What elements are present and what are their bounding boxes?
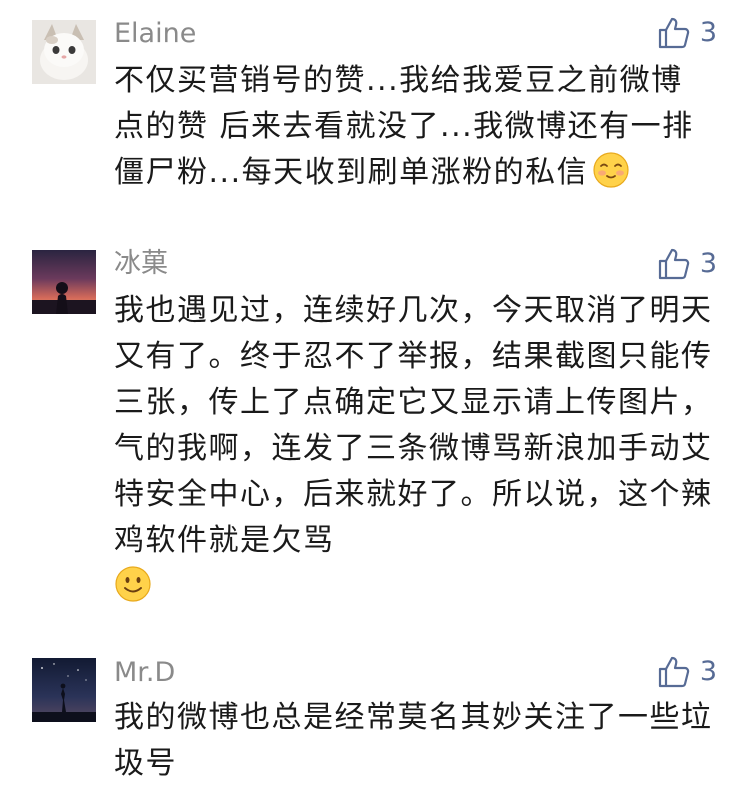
avatar[interactable] bbox=[32, 20, 96, 84]
comment-text-content: 我也遇见过，连续好几次，今天取消了明天又有了。终于忍不了举报，结果截图只能传三张… bbox=[114, 293, 713, 558]
like-button[interactable]: 3 bbox=[656, 652, 717, 692]
sunset-silhouette-avatar-icon bbox=[32, 250, 96, 314]
thumbs-up-icon bbox=[658, 248, 690, 280]
kitten-avatar-icon bbox=[32, 20, 96, 84]
smile-emoji-icon bbox=[114, 565, 152, 603]
avatar[interactable] bbox=[32, 250, 96, 314]
username[interactable]: Mr.D bbox=[114, 656, 175, 690]
comment-item: Mr.D 3 我的微博也总是经常莫名其妙关注了一些垃圾号 bbox=[0, 636, 750, 811]
like-count: 3 bbox=[699, 17, 717, 48]
like-button[interactable]: 3 bbox=[656, 244, 717, 284]
like-count: 3 bbox=[699, 248, 717, 279]
like-button[interactable]: 3 bbox=[656, 13, 717, 53]
like-count: 3 bbox=[699, 656, 717, 687]
comment-text: 我的微博也总是经常莫名其妙关注了一些垃圾号 bbox=[114, 695, 714, 787]
comment-text-content: 我的微博也总是经常莫名其妙关注了一些垃圾号 bbox=[114, 700, 713, 781]
night-sky-avatar-icon bbox=[32, 658, 96, 722]
comment-item: 冰菓 3 我也遇见过，连续好几次，今天取消了明天又有了。终于忍不了举报，结果截图… bbox=[0, 230, 750, 630]
thumbs-up-icon bbox=[658, 656, 690, 688]
comment-list: Elaine 3 不仅买营销号的赞...我给我爱豆之前微博点的赞 后来去看就没了… bbox=[0, 0, 750, 811]
blushing-smile-emoji-icon bbox=[592, 151, 630, 189]
avatar[interactable] bbox=[32, 658, 96, 722]
comment-text: 我也遇见过，连续好几次，今天取消了明天又有了。终于忍不了举报，结果截图只能传三张… bbox=[114, 288, 714, 610]
username[interactable]: Elaine bbox=[114, 17, 196, 51]
username[interactable]: 冰菓 bbox=[114, 247, 168, 281]
comment-item: Elaine 3 不仅买营销号的赞...我给我爱豆之前微博点的赞 后来去看就没了… bbox=[0, 0, 750, 210]
thumbs-up-icon bbox=[658, 17, 690, 49]
comment-text: 不仅买营销号的赞...我给我爱豆之前微博点的赞 后来去看就没了...我微博还有一… bbox=[114, 58, 714, 196]
